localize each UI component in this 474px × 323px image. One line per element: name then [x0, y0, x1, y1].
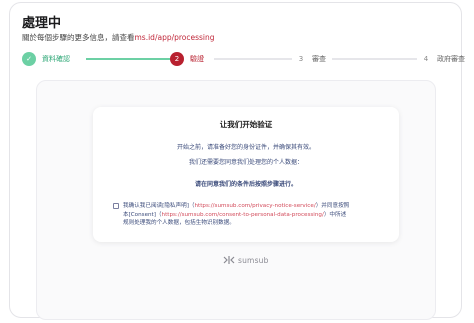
- step-label: 驗證: [190, 55, 204, 63]
- page-subtitle: 關於每個步驟的更多信息，請查看ms.id/app/processing: [22, 32, 215, 43]
- consent-link[interactable]: https://sumsub.com/consent-to-personal-d…: [162, 212, 324, 218]
- step-connector: [332, 58, 417, 60]
- step-connector: [86, 58, 171, 60]
- progress-stepper: ✓ 資料確認 2 驗證 3 審查 4 政府審查: [22, 50, 465, 70]
- step-label: 審查: [312, 55, 326, 63]
- step-review[interactable]: 3 審查: [294, 50, 326, 68]
- step-connector: [214, 58, 292, 60]
- consent-checkbox[interactable]: [113, 203, 119, 209]
- card-consent-request: 我们还需要您同意我们处理您的个人数据：: [188, 159, 303, 166]
- consent-text-part: ）中所述: [323, 211, 347, 218]
- consent-text-part: 规则处理我的个人数据，包括生物识别数据。: [123, 220, 235, 226]
- subtitle-text: 關於每個步驟的更多信息，請查看: [22, 33, 135, 42]
- privacy-notice-link[interactable]: https://sumsub.com/privacy-notice-servic…: [195, 203, 316, 209]
- page-title: 處理中: [22, 16, 62, 31]
- card-intro: 开始之前，请准备好您的身份证件，并确保其有效。: [176, 144, 315, 151]
- consent-text: 我确认我已阅读[隐私声明]（https://sumsub.com/privacy…: [123, 202, 395, 228]
- card-instruction: 请在同意我们的条件后按照步骤进行。: [194, 181, 297, 188]
- step-number: 2: [170, 52, 184, 66]
- step-number: 3: [298, 55, 304, 63]
- step-label: 資料確認: [42, 55, 70, 63]
- step-number: 4: [423, 55, 429, 63]
- brand-name: sumsub: [238, 255, 269, 265]
- step-label: 政府審查: [437, 55, 465, 63]
- step-data-confirm[interactable]: ✓ 資料確認: [22, 50, 70, 68]
- check-icon: ✓: [22, 52, 36, 66]
- card-title: 让我们开始验证: [219, 120, 273, 129]
- consent-text-part: 本[Consent]（: [123, 211, 162, 218]
- step-verification[interactable]: 2 驗證: [170, 50, 204, 68]
- processing-link[interactable]: ms.id/app/processing: [135, 33, 215, 42]
- step-gov-review[interactable]: 4 政府審查: [419, 50, 465, 68]
- verification-card: 让我们开始验证 开始之前，请准备好您的身份证件，并确保其有效。 我们还需要您同意…: [93, 107, 399, 242]
- consent-text-part: ）并同意按照: [315, 203, 350, 209]
- consent-text-part: 我确认我已阅读[隐私声明]（: [123, 203, 195, 209]
- sumsub-brand: sumsub: [223, 255, 269, 265]
- sumsub-logo-icon: [223, 256, 235, 264]
